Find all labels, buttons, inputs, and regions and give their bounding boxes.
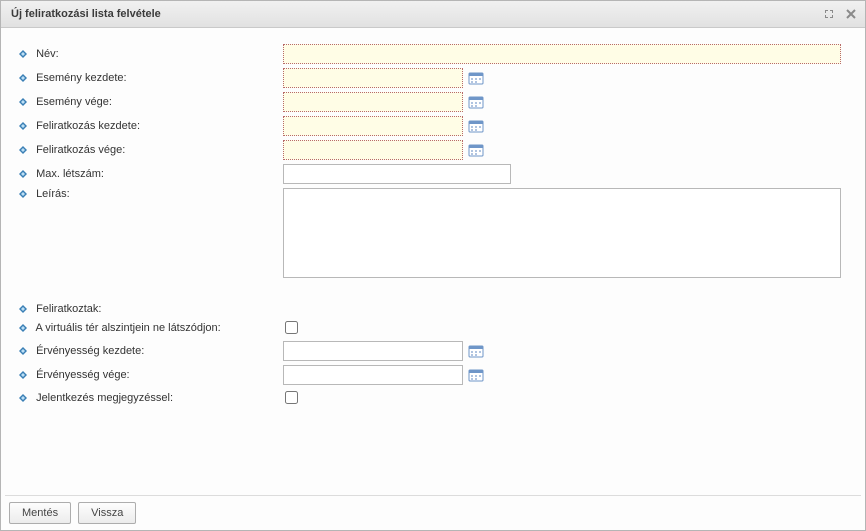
form-table: Név: Esemény kezdete: E [15, 42, 851, 409]
close-icon[interactable] [843, 6, 859, 22]
description-textarea[interactable] [283, 188, 841, 278]
validity-end-input[interactable] [283, 365, 463, 385]
bullet-icon [17, 72, 29, 84]
label-apply-with-comment: Jelentkezés megjegyzéssel: [36, 392, 173, 404]
label-subscribe-start: Feliratkozás kezdete: [36, 120, 140, 132]
bullet-icon [17, 144, 29, 156]
label-hide-sublevels: A virtuális tér alszintjein ne látszódjo… [35, 322, 220, 334]
title-bar-controls [821, 6, 859, 22]
hide-sublevels-checkbox[interactable] [285, 321, 298, 334]
label-max-count: Max. létszám: [36, 168, 104, 180]
label-subscribe-end: Feliratkozás vége: [36, 144, 125, 156]
calendar-icon[interactable] [467, 117, 485, 135]
bullet-icon [17, 322, 29, 334]
label-description: Leírás: [36, 188, 70, 200]
button-bar: Mentés Vissza [5, 495, 861, 530]
title-bar: Új feliratkozási lista felvétele [1, 1, 865, 28]
event-start-input[interactable] [283, 68, 463, 88]
validity-start-input[interactable] [283, 341, 463, 361]
apply-with-comment-checkbox[interactable] [285, 391, 298, 404]
label-name: Név: [36, 48, 59, 60]
event-end-input[interactable] [283, 92, 463, 112]
maximize-icon[interactable] [821, 6, 837, 22]
calendar-icon[interactable] [467, 141, 485, 159]
calendar-icon[interactable] [467, 366, 485, 384]
dialog-title: Új feliratkozási lista felvétele [11, 8, 161, 20]
calendar-icon[interactable] [467, 342, 485, 360]
bullet-icon [17, 345, 29, 357]
bullet-icon [17, 188, 29, 200]
subscribe-end-input[interactable] [283, 140, 463, 160]
subscribe-start-input[interactable] [283, 116, 463, 136]
label-event-start: Esemény kezdete: [36, 72, 127, 84]
bullet-icon [17, 48, 29, 60]
label-subscribed: Feliratkoztak: [36, 303, 101, 315]
label-validity-end: Érvényesség vége: [36, 369, 130, 381]
name-input[interactable] [283, 44, 841, 64]
max-count-input[interactable] [283, 164, 511, 184]
form-content: Név: Esemény kezdete: E [1, 28, 865, 495]
save-button[interactable]: Mentés [9, 502, 71, 524]
bullet-icon [17, 168, 29, 180]
bullet-icon [17, 303, 29, 315]
label-event-end: Esemény vége: [36, 96, 112, 108]
bullet-icon [17, 120, 29, 132]
bullet-icon [17, 392, 29, 404]
bullet-icon [17, 369, 29, 381]
dialog-window: Új feliratkozási lista felvétele Név: [0, 0, 866, 531]
bullet-icon [17, 96, 29, 108]
label-validity-start: Érvényesség kezdete: [36, 345, 144, 357]
calendar-icon[interactable] [467, 93, 485, 111]
calendar-icon[interactable] [467, 69, 485, 87]
back-button[interactable]: Vissza [78, 502, 136, 524]
